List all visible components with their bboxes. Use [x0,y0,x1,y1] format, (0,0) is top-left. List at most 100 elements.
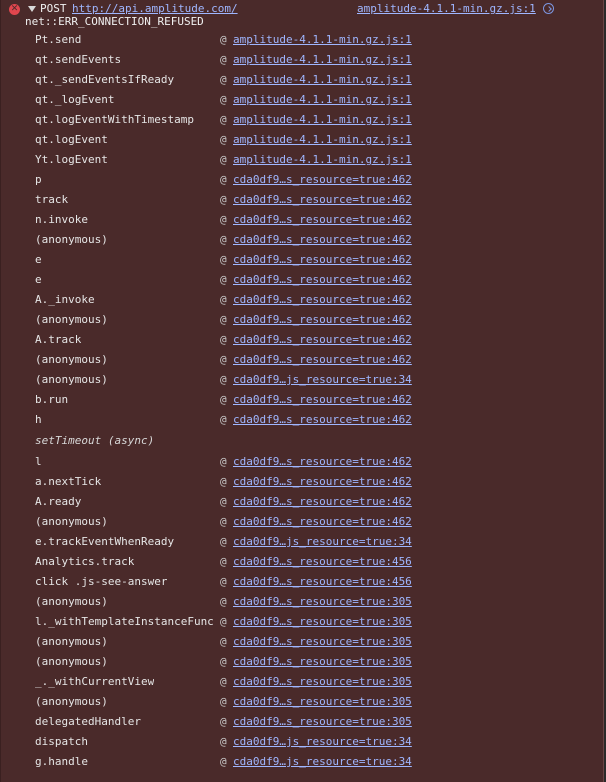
stack-frame-source-link[interactable]: cda0df9…s_resource=true:305 [233,713,412,731]
stack-frame-function: p [35,173,42,186]
stack-frame-row: e @ cda0df9…s_resource=true:462 [1,251,603,271]
console-error-entry: ✕ POST http://api.amplitude.com/ amplitu… [0,0,604,782]
at-symbol: @ [220,53,227,66]
stack-frame-row: A.track @ cda0df9…s_resource=true:462 [1,331,603,351]
stack-frame-row: Analytics.track @ cda0df9…s_resource=true:… [1,553,603,573]
disclosure-triangle-icon[interactable] [28,6,36,12]
stack-frame-source-link[interactable]: amplitude-4.1.1-min.gz.js:1 [233,111,412,129]
error-header: ✕ POST http://api.amplitude.com/ amplitu… [1,0,603,30]
stack-frame-row: e @ cda0df9…s_resource=true:462 [1,271,603,291]
request-url-link[interactable]: http://api.amplitude.com/ [72,2,238,15]
stack-frame-function: (anonymous) [35,353,108,366]
stack-frame-source-link[interactable]: cda0df9…js_resource=true:34 [233,733,412,751]
stack-frame-source-link[interactable]: amplitude-4.1.1-min.gz.js:1 [233,91,412,109]
at-symbol: @ [220,475,227,488]
at-symbol: @ [220,635,227,648]
stack-frame-function: e [35,273,42,286]
at-symbol: @ [220,273,227,286]
stack-frame-source-link[interactable]: cda0df9…s_resource=true:462 [233,411,412,429]
stack-frame-row: (anonymous) @ cda0df9…s_resource=true:462 [1,231,603,251]
stack-frame-function: qt._logEvent [35,93,115,106]
stack-frame-function: qt.sendEvents [35,53,122,66]
stack-frame-source-link[interactable]: cda0df9…s_resource=true:462 [233,391,412,409]
stack-frame-source-link[interactable]: cda0df9…s_resource=true:305 [233,633,412,651]
at-symbol: @ [220,173,227,186]
stack-frame-row: (anonymous) @ cda0df9…s_resource=true:305 [1,593,603,613]
at-symbol: @ [220,133,227,146]
stack-frame-function: A.ready [35,495,82,508]
stack-frame-source-link[interactable]: cda0df9…js_resource=true:34 [233,371,412,389]
stack-frame-row: delegatedHandler @ cda0df9…s_resource=true… [1,713,603,733]
stack-frame-function: _._withCurrentView [35,675,155,688]
stack-frame-source-link[interactable]: cda0df9…s_resource=true:462 [233,211,412,229]
stack-frame-source-link[interactable]: cda0df9…s_resource=true:462 [233,473,412,491]
stack-frame-source-link[interactable]: amplitude-4.1.1-min.gz.js:1 [233,151,412,169]
error-circle-x-icon: ✕ [9,4,20,15]
stack-frame-row: qt._sendEventsIfReady @ amplitude-4.1.1-mi… [1,71,603,91]
stack-frame-source-link[interactable]: cda0df9…s_resource=true:305 [233,593,412,611]
stack-frame-row: Pt.send @ amplitude-4.1.1-min.gz.js:1 [1,31,603,51]
at-symbol: @ [220,73,227,86]
stack-frame-source-link[interactable]: cda0df9…s_resource=true:305 [233,673,412,691]
stack-frame-source-link[interactable]: cda0df9…s_resource=true:305 [233,693,412,711]
at-symbol: @ [220,153,227,166]
stack-frame-source-link[interactable]: cda0df9…s_resource=true:462 [233,291,412,309]
stack-frame-source-link[interactable]: cda0df9…s_resource=true:462 [233,453,412,471]
stack-frame-row: (anonymous) @ cda0df9…s_resource=true:462 [1,513,603,533]
stack-frame-source-link[interactable]: cda0df9…s_resource=true:462 [233,191,412,209]
stack-frame-source-link[interactable]: cda0df9…s_resource=true:462 [233,251,412,269]
stack-frame-function: (anonymous) [35,313,108,326]
at-symbol: @ [220,615,227,628]
stack-frame-source-link[interactable]: amplitude-4.1.1-min.gz.js:1 [233,131,412,149]
at-symbol: @ [220,675,227,688]
async-boundary-label: setTimeout (async) [35,434,155,447]
stack-frame-source-link[interactable]: cda0df9…s_resource=true:462 [233,513,412,531]
at-symbol: @ [220,575,227,588]
stack-frame-row: A.ready @ cda0df9…s_resource=true:462 [1,493,603,513]
stack-frame-source-link[interactable]: cda0df9…js_resource=true:34 [233,533,412,551]
at-symbol: @ [220,715,227,728]
stack-frame-source-link[interactable]: cda0df9…s_resource=true:462 [233,331,412,349]
stack-frame-source-link[interactable]: cda0df9…s_resource=true:305 [233,613,412,631]
stack-frame-source-link[interactable]: cda0df9…js_resource=true:34 [233,753,412,771]
stack-frame-source-link[interactable]: cda0df9…s_resource=true:462 [233,271,412,289]
stack-frame-row: (anonymous) @ cda0df9…s_resource=true:305 [1,633,603,653]
at-symbol: @ [220,293,227,306]
stack-frame-row: l._withTemplateInstanceFunc @ cda0df9…s_re… [1,613,603,633]
stack-frame-source-link[interactable]: cda0df9…s_resource=true:462 [233,231,412,249]
stack-frame-row: Yt.logEvent @ amplitude-4.1.1-min.gz.js:1 [1,151,603,171]
stack-frame-source-link[interactable]: cda0df9…s_resource=true:456 [233,553,412,571]
at-symbol: @ [220,333,227,346]
stack-frame-source-link[interactable]: cda0df9…s_resource=true:462 [233,171,412,189]
stack-frame-function: (anonymous) [35,515,108,528]
error-source-link[interactable]: amplitude-4.1.1-min.gz.js:1 [357,2,536,15]
stack-frame-function: e [35,253,42,266]
at-symbol: @ [220,735,227,748]
at-symbol: @ [220,193,227,206]
stack-frame-source-link[interactable]: amplitude-4.1.1-min.gz.js:1 [233,51,412,69]
stack-frame-row: qt.logEvent @ amplitude-4.1.1-min.gz.js:1 [1,131,603,151]
http-method: POST [40,2,67,15]
stack-frame-source-link[interactable]: cda0df9…s_resource=true:462 [233,311,412,329]
stack-frame-function: b.run [35,393,69,406]
stack-frame-row: b.run @ cda0df9…s_resource=true:462 [1,391,603,411]
reveal-source-icon[interactable] [543,3,554,14]
stack-frame-row: dispatch @ cda0df9…js_resource=true:34 [1,733,603,753]
at-symbol: @ [220,655,227,668]
stack-frame-source-link[interactable]: cda0df9…s_resource=true:456 [233,573,412,591]
stack-frame-function: h [35,413,42,426]
at-symbol: @ [220,755,227,768]
stack-frame-source-link[interactable]: amplitude-4.1.1-min.gz.js:1 [233,31,412,49]
stack-frame-source-link[interactable]: cda0df9…s_resource=true:305 [233,653,412,671]
stack-frame-row: A._invoke @ cda0df9…s_resource=true:462 [1,291,603,311]
stack-frame-function: (anonymous) [35,233,108,246]
at-symbol: @ [220,113,227,126]
at-symbol: @ [220,253,227,266]
stack-frame-function: a.nextTick [35,475,102,488]
stack-frame-source-link[interactable]: cda0df9…s_resource=true:462 [233,493,412,511]
stack-frame-source-link[interactable]: amplitude-4.1.1-min.gz.js:1 [233,71,412,89]
at-symbol: @ [220,413,227,426]
stack-frame-source-link[interactable]: cda0df9…s_resource=true:462 [233,351,412,369]
stack-frame-function: (anonymous) [35,635,108,648]
stack-frame-function: delegatedHandler [35,715,141,728]
